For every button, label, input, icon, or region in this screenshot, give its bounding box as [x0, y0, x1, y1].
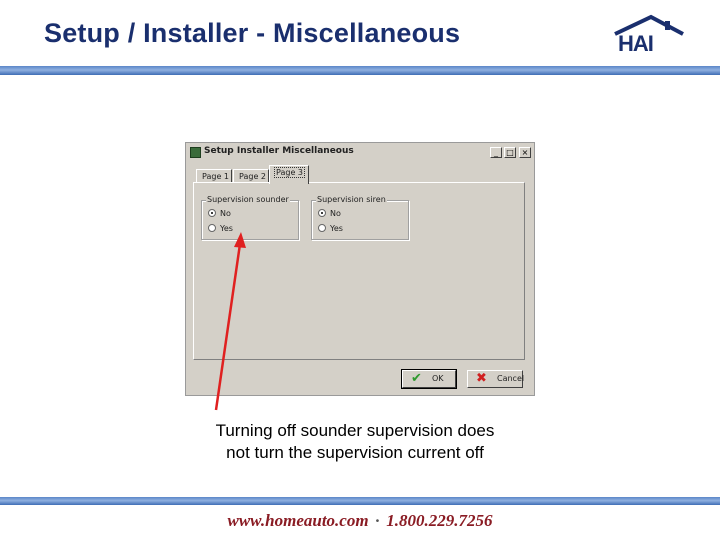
tab-label: Page 1: [202, 172, 229, 181]
tab-page-1[interactable]: Page 1: [196, 169, 232, 183]
close-button[interactable]: ×: [519, 147, 531, 158]
maximize-button[interactable]: □: [504, 147, 516, 158]
caption-line-1: Turning off sounder supervision does: [215, 421, 495, 440]
ok-button[interactable]: ✔ OK: [402, 370, 456, 388]
footer: www.homeauto.com · 1.800.229.7256: [0, 511, 720, 531]
cancel-button[interactable]: ✖ Cancel: [467, 370, 525, 388]
group-title: Supervision siren: [316, 195, 387, 204]
radio-button[interactable]: [208, 224, 216, 232]
header-divider: [0, 66, 720, 75]
dialog-title: Setup Installer Miscellaneous: [204, 146, 354, 156]
minimize-button[interactable]: _: [490, 147, 502, 158]
tab-strip: Page 1 Page 2 Page 3: [194, 165, 530, 184]
radio-button[interactable]: [208, 209, 216, 217]
footer-divider: [0, 497, 720, 505]
group-title: Supervision sounder: [206, 195, 290, 204]
checkmark-icon: ✔: [411, 371, 422, 386]
sounder-no-option[interactable]: No: [208, 209, 231, 220]
caption: Turning off sounder supervision does not…: [160, 420, 550, 464]
option-label: Yes: [330, 224, 343, 233]
tab-label: Page 2: [239, 172, 266, 181]
footer-url[interactable]: www.homeauto.com: [228, 511, 369, 530]
footer-separator: ·: [374, 511, 381, 530]
option-label: No: [220, 209, 231, 218]
cancel-button-label: Cancel: [497, 374, 525, 383]
slide-title: Setup / Installer - Miscellaneous: [44, 18, 461, 48]
dialog-titlebar[interactable]: Setup Installer Miscellaneous _ □ ×: [188, 145, 532, 161]
tab-page-3[interactable]: Page 3: [269, 165, 309, 184]
option-label: No: [330, 209, 341, 218]
hai-logo: HAI: [613, 14, 685, 56]
supervision-siren-group: Supervision siren No Yes: [311, 195, 409, 240]
radio-button[interactable]: [318, 224, 326, 232]
x-mark-icon: ✖: [476, 371, 487, 386]
caption-line-2: not turn the supervision current off: [226, 443, 484, 462]
app-icon: [190, 147, 201, 158]
radio-button[interactable]: [318, 209, 326, 217]
ok-button-label: OK: [432, 374, 444, 383]
footer-phone: 1.800.229.7256: [386, 511, 493, 530]
red-arrow-annotation: [214, 232, 246, 411]
siren-yes-option[interactable]: Yes: [318, 224, 343, 235]
siren-no-option[interactable]: No: [318, 209, 341, 220]
tab-page-2[interactable]: Page 2: [233, 169, 269, 183]
logo-text: HAI: [618, 31, 654, 56]
tab-label: Page 3: [274, 167, 305, 178]
